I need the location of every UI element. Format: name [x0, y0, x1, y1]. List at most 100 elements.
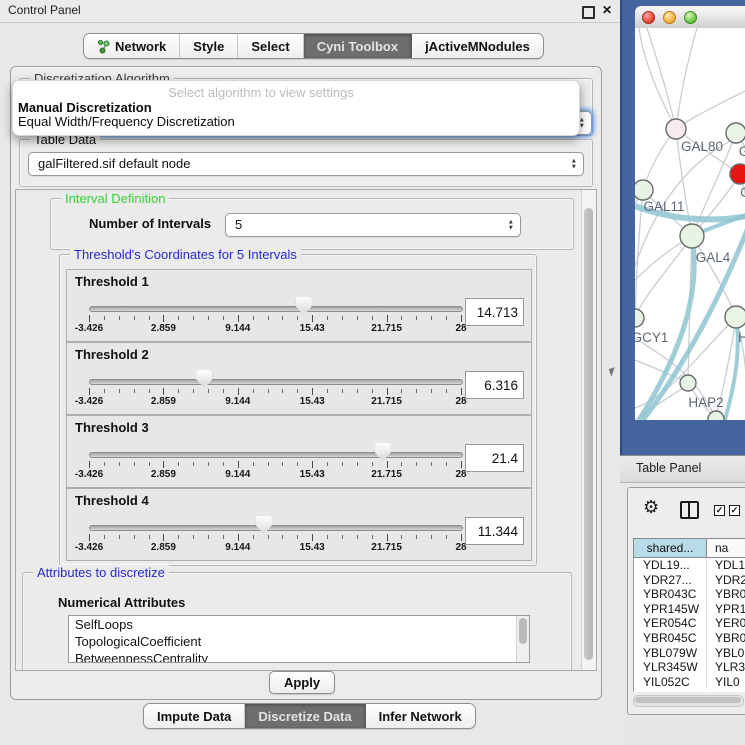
- slider-thumb[interactable]: [196, 370, 212, 388]
- cell-shared-name[interactable]: YBR043C: [634, 587, 707, 602]
- tick-mark: [119, 462, 120, 466]
- cell-shared-name[interactable]: YER054C: [634, 616, 707, 631]
- settings-scrollbar[interactable]: [581, 190, 596, 670]
- tab-label: Discretize Data: [258, 709, 351, 724]
- network-node-gcy1[interactable]: [635, 309, 644, 327]
- tab-discretize-data[interactable]: Discretize Data: [245, 704, 365, 728]
- slider-track[interactable]: [89, 452, 463, 458]
- minimize-traffic-light-icon[interactable]: [663, 11, 676, 24]
- table-row[interactable]: YDL19...YDL1: [634, 558, 745, 573]
- cell-name[interactable]: YBR0: [707, 631, 745, 646]
- cell-name[interactable]: YBR0: [707, 587, 745, 602]
- attribute-list-scrollbar[interactable]: [516, 616, 529, 662]
- cell-shared-name[interactable]: YBR045C: [634, 631, 707, 646]
- tab-network[interactable]: Network: [84, 34, 180, 58]
- network-node-node-red[interactable]: [730, 164, 745, 184]
- popup-item-manual-discretization[interactable]: Manual Discretization: [16, 101, 576, 115]
- tab-impute-data[interactable]: Impute Data: [144, 704, 245, 728]
- network-node-node-h[interactable]: [725, 306, 745, 328]
- tick-mark: [387, 388, 388, 395]
- table-data-combobox[interactable]: galFiltered.sif default node ▲▼: [28, 152, 584, 176]
- columns-icon[interactable]: [680, 501, 699, 519]
- network-canvas[interactable]: GAL80GCGAL11GAL4GCY1HHAP2: [635, 28, 745, 420]
- tick-mark: [342, 462, 343, 466]
- tick-mark: [119, 316, 120, 320]
- network-node-gal4[interactable]: [680, 224, 704, 248]
- tab-select[interactable]: Select: [238, 34, 303, 58]
- threshold-value-field[interactable]: 21.4: [465, 444, 524, 472]
- tick-mark: [282, 316, 283, 320]
- checkbox-icon[interactable]: ✓: [714, 505, 725, 516]
- column-header-shared-name[interactable]: shared...: [633, 538, 707, 558]
- cell-shared-name[interactable]: YLR345W: [634, 660, 707, 675]
- network-node-gal11[interactable]: [635, 180, 653, 200]
- cell-name[interactable]: YDR2: [707, 573, 745, 588]
- threshold-value-field[interactable]: 6.316: [465, 371, 524, 399]
- cell-name[interactable]: YDL1: [707, 558, 745, 573]
- threshold-value-field[interactable]: 11.344: [465, 517, 524, 545]
- cell-shared-name[interactable]: YDR27...: [634, 573, 707, 588]
- tab-infer-network[interactable]: Infer Network: [366, 704, 475, 728]
- threshold-value-field[interactable]: 14.713: [465, 298, 524, 326]
- attribute-item-betweennesscentrality[interactable]: BetweennessCentrality: [69, 650, 529, 663]
- network-node-hap2[interactable]: [680, 375, 696, 391]
- table-row[interactable]: YIL052CYIL0: [634, 675, 745, 690]
- tick-mark: [149, 462, 150, 466]
- table-row[interactable]: YDR27...YDR2: [634, 573, 745, 588]
- zoom-traffic-light-icon[interactable]: [684, 11, 697, 24]
- table-row[interactable]: YLR345WYLR3: [634, 660, 745, 675]
- network-node-node-top-right[interactable]: [726, 123, 745, 143]
- cell-name[interactable]: YLR3: [707, 660, 745, 675]
- slider-track[interactable]: [89, 379, 463, 385]
- cell-name[interactable]: YER0: [707, 616, 745, 631]
- table-row[interactable]: YBR043CYBR0: [634, 587, 745, 602]
- table-row[interactable]: YPR145WYPR1: [634, 602, 745, 617]
- slider-track[interactable]: [89, 525, 463, 531]
- table-row[interactable]: YBL079WYBL0: [634, 646, 745, 661]
- network-node-gal80[interactable]: [666, 119, 686, 139]
- apply-button[interactable]: Apply: [269, 671, 335, 694]
- tab-cyni-toolbox[interactable]: Cyni Toolbox: [304, 34, 412, 58]
- gear-icon[interactable]: ⚙: [643, 498, 659, 516]
- tab-jactivemnodules[interactable]: jActiveMNodules: [412, 34, 543, 58]
- table-row[interactable]: YER054CYER0: [634, 616, 745, 631]
- algorithm-dropdown-popup: Select algorithm to view settings Manual…: [12, 80, 580, 136]
- cell-shared-name[interactable]: YIL052C: [634, 675, 707, 690]
- cell-shared-name[interactable]: YDL19...: [634, 558, 707, 573]
- cell-name[interactable]: YIL0: [707, 675, 745, 690]
- stepper-icon[interactable]: ▲▼: [571, 159, 577, 170]
- scrollbar-thumb[interactable]: [635, 697, 741, 703]
- stepper-icon[interactable]: ▲▼: [508, 220, 514, 231]
- slider-thumb[interactable]: [256, 516, 272, 534]
- slider-thumb[interactable]: [296, 297, 312, 315]
- table-row[interactable]: YBR045CYBR0: [634, 631, 745, 646]
- table-hscrollbar[interactable]: [633, 695, 744, 707]
- attribute-item-selfloops[interactable]: SelfLoops: [69, 616, 529, 633]
- cell-shared-name[interactable]: YPR145W: [634, 602, 707, 617]
- scrollbar-thumb[interactable]: [584, 208, 593, 660]
- cell-shared-name[interactable]: YBL079W: [634, 646, 707, 661]
- tick-mark: [446, 462, 447, 466]
- network-window-titlebar[interactable]: [635, 6, 745, 29]
- close-panel-icon[interactable]: ✕: [602, 3, 612, 17]
- slider-track[interactable]: [89, 306, 463, 312]
- number-of-intervals-combobox[interactable]: 5 ▲▼: [225, 213, 521, 237]
- tick-mark: [461, 388, 462, 395]
- tab-style[interactable]: Style: [180, 34, 238, 58]
- tick-mark: [253, 535, 254, 539]
- popup-item-equal-width-frequency-discretization[interactable]: Equal Width/Frequency Discretization: [16, 115, 576, 129]
- cell-name[interactable]: YBL0: [707, 646, 745, 661]
- checkbox-icon[interactable]: ✓: [729, 505, 740, 516]
- algorithm-popup-items: Manual DiscretizationEqual Width/Frequen…: [16, 101, 576, 129]
- attribute-item-topologicalcoefficient[interactable]: TopologicalCoefficient: [69, 633, 529, 650]
- close-traffic-light-icon[interactable]: [642, 11, 655, 24]
- slider-thumb[interactable]: [375, 443, 391, 461]
- network-node-node-bottom[interactable]: [708, 411, 724, 420]
- float-panel-icon[interactable]: [582, 6, 595, 19]
- cell-name[interactable]: YPR1: [707, 602, 745, 617]
- screen: Control Panel ✕ NetworkStyleSelectCyni T…: [0, 0, 745, 745]
- tick-mark: [178, 462, 179, 466]
- scrollbar-thumb[interactable]: [519, 618, 527, 644]
- tick-mark: [193, 389, 194, 393]
- column-header-name[interactable]: na: [707, 538, 745, 558]
